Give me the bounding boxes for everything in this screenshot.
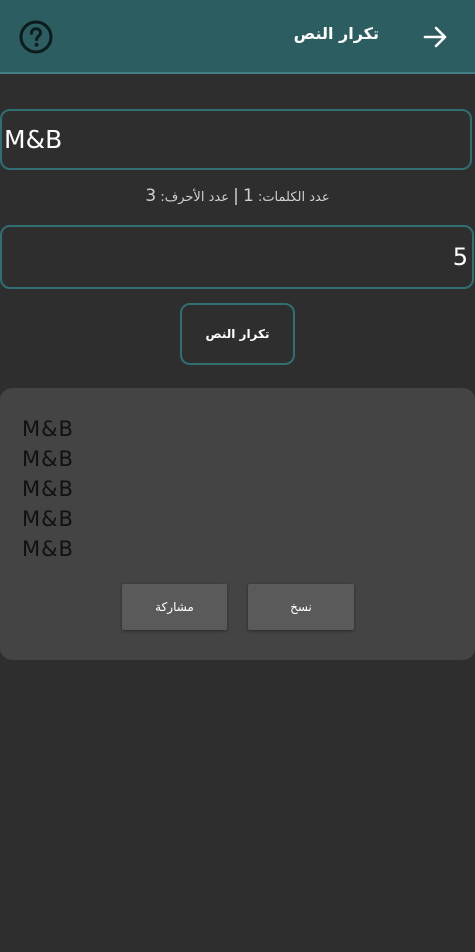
app-header: تكرار النص xyxy=(0,0,475,74)
back-button[interactable] xyxy=(421,22,451,52)
result-line: M&B xyxy=(22,417,74,441)
copy-button[interactable]: نسخ xyxy=(248,584,354,630)
result-line: M&B xyxy=(22,477,74,501)
result-line: M&B xyxy=(22,447,74,471)
repeat-count-input[interactable] xyxy=(0,225,474,289)
share-button[interactable]: مشاركة xyxy=(122,584,227,630)
result-card: M&B M&B M&B M&B M&B مشاركة نسخ xyxy=(0,388,475,660)
result-line: M&B xyxy=(22,537,74,561)
word-char-counter: عدد الكلمات: 1 | عدد الأحرف: 3 xyxy=(0,186,475,206)
page-title: تكرار النص xyxy=(293,24,379,43)
result-line: M&B xyxy=(22,507,74,531)
help-button[interactable] xyxy=(19,20,53,54)
words-count: 1 xyxy=(242,186,254,206)
counter-separator: | xyxy=(233,186,239,206)
result-text: M&B M&B M&B M&B M&B xyxy=(22,414,74,564)
chars-label: عدد الأحرف: xyxy=(160,190,229,205)
question-circle-icon xyxy=(19,20,53,54)
arrow-right-icon xyxy=(423,26,447,48)
words-label: عدد الكلمات: xyxy=(257,190,330,205)
repeat-text-button[interactable]: تكرار النص xyxy=(180,303,295,365)
chars-count: 3 xyxy=(145,186,157,206)
text-input[interactable] xyxy=(0,109,472,170)
